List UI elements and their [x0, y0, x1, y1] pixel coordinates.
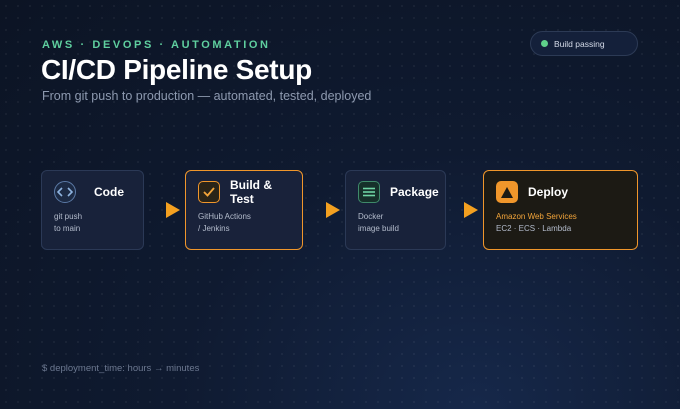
warning-triangle-icon: [496, 181, 518, 203]
stage-build-test: Build & Test GitHub Actions / Jenkins: [185, 170, 303, 250]
flow-arrow-icon: [464, 202, 478, 218]
stage-label: Deploy: [528, 185, 569, 199]
stage-desc-line: to main: [54, 224, 81, 233]
flow-arrow-icon: [326, 202, 340, 218]
status-badge: Build passing: [530, 31, 638, 56]
stage-description: GitHub Actions / Jenkins: [198, 211, 290, 235]
stage-description: Docker image build: [358, 211, 433, 235]
footer-command: $ deployment_time: hours → minutes: [42, 363, 200, 374]
eyebrow-label: AWS · DEVOPS · AUTOMATION: [42, 39, 271, 51]
package-lines-icon: [358, 181, 380, 203]
stage-package: Package Docker image build: [345, 170, 446, 250]
stage-description: Amazon Web Services EC2 · ECS · Lambda: [496, 211, 625, 235]
stage-desc-line: Docker: [358, 212, 384, 221]
stage-code: Code git push to main: [41, 170, 144, 250]
stage-desc-line: image build: [358, 224, 399, 233]
page-title: CI/CD Pipeline Setup: [41, 54, 312, 85]
status-label: Build passing: [554, 38, 605, 49]
code-chevrons-icon: [54, 181, 76, 203]
stage-label: Code: [94, 185, 124, 199]
stage-desc-line: EC2 · ECS · Lambda: [496, 224, 572, 233]
stage-label: Build & Test: [230, 178, 272, 206]
stage-deploy: Deploy Amazon Web Services EC2 · ECS · L…: [483, 170, 638, 250]
stage-desc-line: GitHub Actions: [198, 212, 251, 221]
stage-desc-line: git push: [54, 212, 83, 221]
page-subtitle: From git push to production — automated,…: [42, 89, 372, 103]
stage-description: git push to main: [54, 211, 131, 235]
flow-arrow-icon: [166, 202, 180, 218]
checkbox-check-icon: [198, 181, 220, 203]
stage-label: Package: [390, 185, 439, 199]
status-dot-icon: [541, 40, 548, 47]
stage-provider: Amazon Web Services: [496, 212, 577, 221]
stage-desc-line: / Jenkins: [198, 224, 230, 233]
